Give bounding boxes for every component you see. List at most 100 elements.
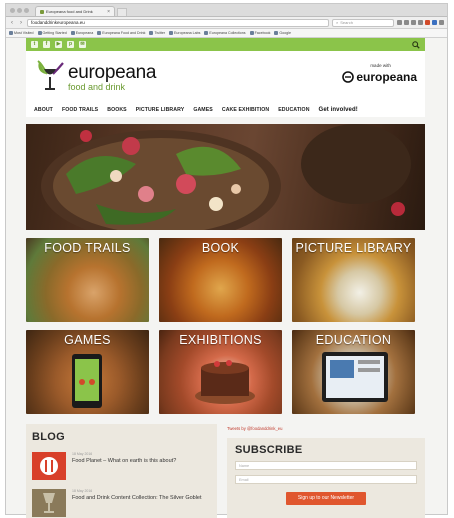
nav-item-education[interactable]: EDUCATION — [278, 107, 309, 113]
made-with-brand: europeana — [356, 70, 417, 84]
twitter-icon[interactable]: t — [31, 41, 38, 48]
bookmark-item[interactable]: Getting Started — [37, 31, 67, 35]
tablet-icon — [322, 352, 388, 402]
bookmark-item[interactable]: Europeana Food and Drink — [97, 31, 145, 35]
nav-item-books[interactable]: BOOKS — [107, 107, 127, 113]
search-placeholder: Search — [340, 20, 353, 25]
new-tab-button[interactable] — [117, 8, 127, 16]
youtube-icon[interactable]: ▶ — [55, 41, 62, 48]
tweets-link[interactable]: Tweets by @foodanddrink_eu — [227, 424, 425, 438]
bookmarks-bar: Most Visited Getting Started Europeana Euro… — [6, 29, 447, 38]
tile-education[interactable]: EDUCATION — [292, 330, 415, 414]
section-tiles: FOOD TRAILS BOOK PICTURE LIBRARY GAMES E… — [26, 230, 425, 414]
name-placeholder: Name — [239, 463, 250, 468]
menu-icon[interactable] — [439, 20, 444, 25]
browser-tab[interactable]: Europeana food and Drink × — [35, 6, 115, 16]
email-placeholder: Email — [239, 477, 249, 482]
tile-exhibitions[interactable]: EXHIBITIONS — [159, 330, 282, 414]
browser-search-input[interactable]: ⌕ Search — [332, 18, 394, 27]
download-icon[interactable] — [411, 20, 416, 25]
address-text: foodanddrinkeuropeana.eu — [31, 20, 85, 25]
subscribe-panel: SUBSCRIBE Name Email Sign up to our News… — [227, 438, 425, 518]
right-column: Tweets by @foodanddrink_eu SUBSCRIBE Nam… — [227, 424, 425, 518]
bookmark-item[interactable]: Facebook — [249, 31, 270, 35]
name-field[interactable]: Name — [235, 461, 417, 470]
bookmark-item[interactable]: Europeana Labs — [169, 31, 200, 35]
email-icon[interactable]: ✉ — [79, 41, 86, 48]
bookmark-label: Most Visited — [14, 31, 34, 35]
tile-picture-library[interactable]: PICTURE LIBRARY — [292, 238, 415, 322]
bookmark-icon — [97, 31, 102, 35]
tile-label: BOOK — [201, 241, 240, 255]
nav-item-games[interactable]: GAMES — [193, 107, 213, 113]
newsletter-signup-button[interactable]: Sign up to our Newsletter — [286, 492, 366, 505]
blog-post[interactable]: 18 May 2016 Food Planet – What on earth … — [32, 452, 211, 480]
nav-item-food-trails[interactable]: FOOD TRAILS — [62, 107, 98, 113]
europeana-e-icon — [342, 71, 355, 83]
favicon-icon — [40, 9, 44, 14]
back-icon[interactable]: ‹ — [9, 20, 15, 26]
facebook-icon[interactable]: f — [43, 41, 50, 48]
reading-list-icon[interactable] — [404, 20, 409, 25]
bookmark-item[interactable]: Europeana — [70, 31, 94, 35]
tile-label: PICTURE LIBRARY — [295, 241, 412, 255]
bookmark-label: Europeana — [75, 31, 94, 35]
post-title[interactable]: Food and Drink Content Collection: The S… — [72, 495, 202, 502]
silver-goblet-thumbnail-icon — [32, 489, 66, 517]
bookmark-label: Europeana Labs — [174, 31, 201, 35]
bookmark-label: Getting Started — [42, 31, 67, 35]
bookmark-icon — [9, 31, 13, 35]
logo-title[interactable]: europeana — [68, 63, 156, 82]
blog-title: BLOG — [32, 431, 65, 443]
minimize-window-button[interactable] — [17, 8, 22, 13]
home-icon[interactable] — [418, 20, 423, 25]
toolbar-icons — [397, 20, 444, 25]
bookmark-icon — [37, 31, 42, 35]
close-tab-icon[interactable]: × — [107, 9, 110, 15]
tile-book[interactable]: BOOK — [159, 238, 282, 322]
blog-post[interactable]: 18 May 2016 Food and Drink Content Colle… — [32, 489, 211, 517]
close-window-button[interactable] — [10, 8, 15, 13]
bookmark-label: Europeana Food and Drink — [102, 31, 146, 35]
tab-bar: Europeana food and Drink × — [6, 4, 447, 17]
nav-item-get-involved[interactable]: Get involved! — [319, 107, 358, 113]
bookmark-item[interactable]: Europeana Collections — [204, 31, 246, 35]
nav-item-about[interactable]: ABOUT — [34, 107, 53, 113]
social-bar: t f ▶ p ✉ — [26, 38, 425, 51]
star-icon[interactable] — [397, 20, 402, 25]
addon-icon[interactable] — [432, 20, 437, 25]
tile-food-trails[interactable]: FOOD TRAILS — [26, 238, 149, 322]
maximize-window-button[interactable] — [24, 8, 29, 13]
post-date: 18 May 2016 — [72, 489, 93, 493]
nav-item-cake-exhibition[interactable]: CAKE EXHIBITION — [222, 107, 269, 113]
brand-header: europeana food and drink made with europ… — [26, 51, 425, 103]
email-field[interactable]: Email — [235, 475, 417, 484]
nav-item-picture-library[interactable]: PICTURE LIBRARY — [136, 107, 185, 113]
address-bar[interactable]: foodanddrinkeuropeana.eu — [27, 18, 329, 27]
wine-glass-fork-logo-icon[interactable] — [36, 60, 66, 92]
tile-games[interactable]: GAMES — [26, 330, 149, 414]
hero-image-food-on-wooden-table — [26, 124, 425, 230]
made-with-label: made with — [370, 63, 391, 68]
bottom-section: BLOG 18 May 2016 Food Planet – What on e… — [26, 414, 425, 518]
bookmark-icon — [274, 31, 279, 35]
cake-icon — [195, 360, 255, 404]
logo-subtitle: food and drink — [68, 82, 126, 92]
food-planet-thumbnail-icon — [32, 452, 66, 480]
post-date: 18 May 2016 — [72, 452, 93, 456]
hero-illustration — [41, 124, 411, 230]
website: t f ▶ p ✉ europeana food and drink made with… — [26, 38, 425, 518]
bookmark-item[interactable]: Twitter — [149, 31, 165, 35]
phone-game-icon — [72, 354, 102, 408]
forward-icon[interactable]: › — [18, 20, 24, 26]
bookmark-item[interactable]: Most Visited — [9, 31, 34, 35]
bookmark-item[interactable]: Google — [274, 31, 291, 35]
bookmark-icon — [169, 31, 174, 35]
addon-icon[interactable] — [425, 20, 430, 25]
pinterest-icon[interactable]: p — [67, 41, 74, 48]
site-search-icon[interactable] — [412, 40, 420, 49]
tab-title: Europeana food and Drink — [46, 9, 93, 14]
made-with-europeana-badge[interactable]: made with europeana — [342, 63, 417, 86]
post-title[interactable]: Food Planet – What on earth is this abou… — [72, 458, 176, 465]
bookmark-icon — [204, 31, 209, 35]
